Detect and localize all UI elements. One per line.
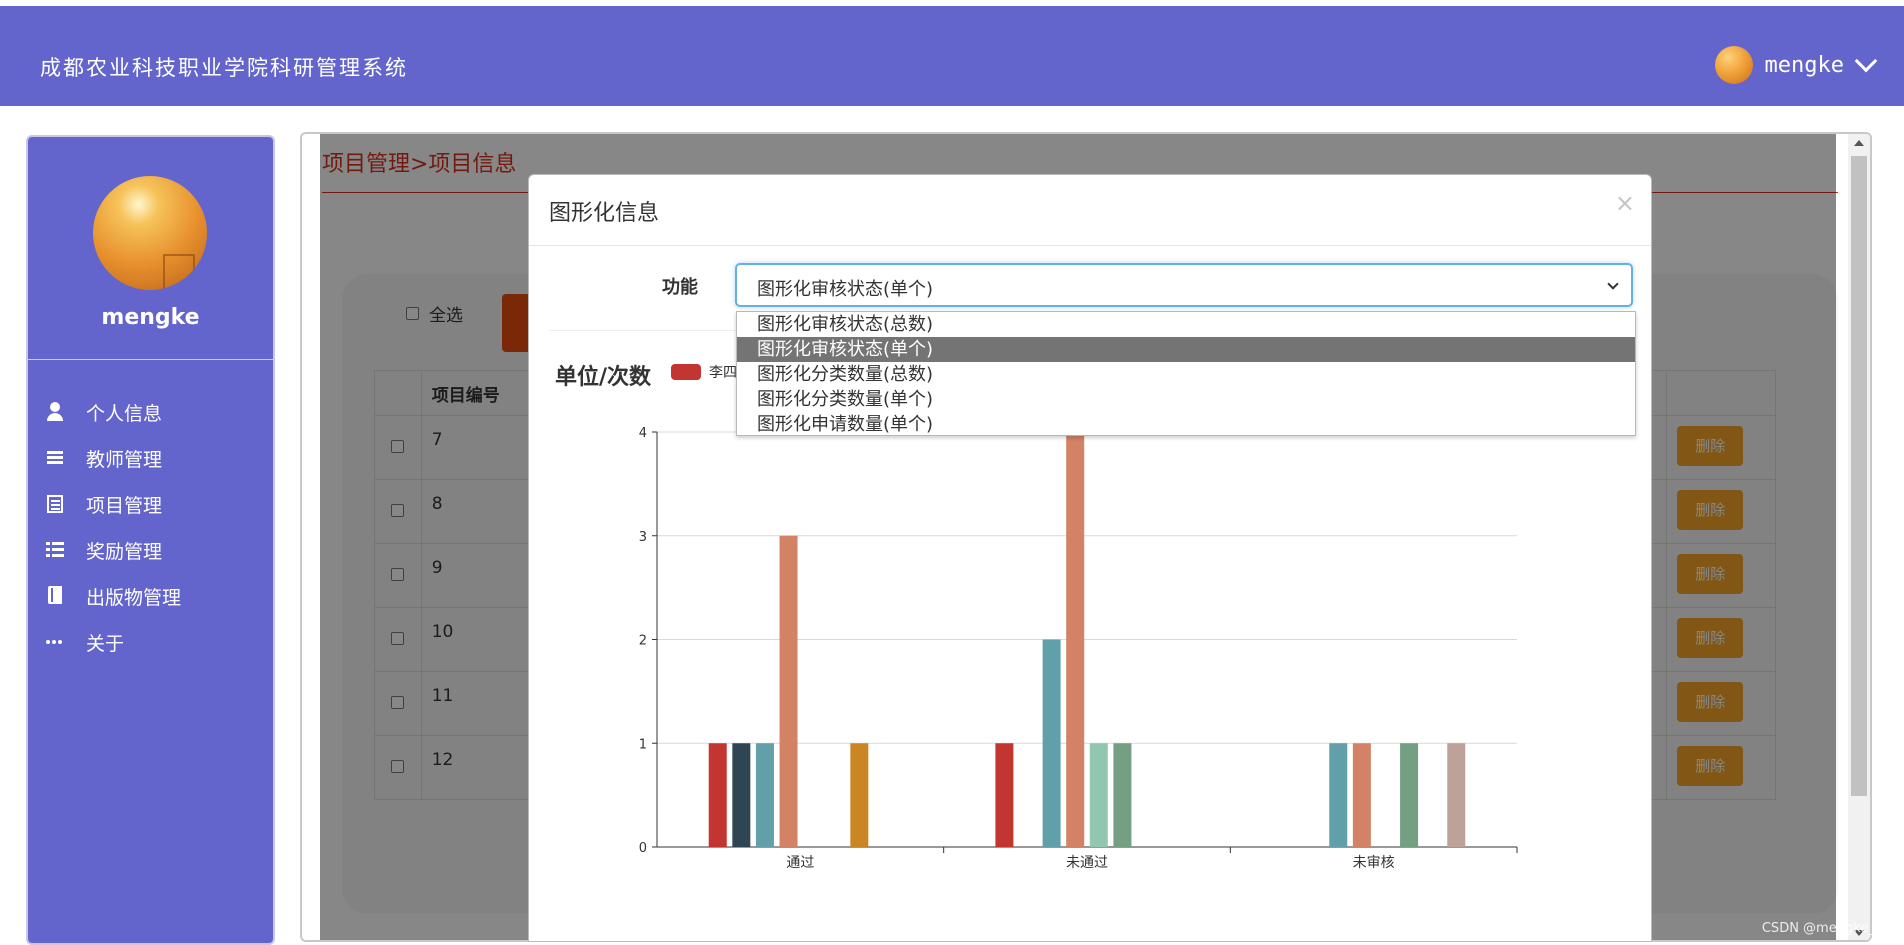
bar-chart: 0 1 2 3 4 通过 未通过 未审核	[529, 175, 1653, 895]
y-tick-label: 3	[639, 530, 647, 545]
sidebar-avatar	[93, 176, 207, 290]
vertical-scrollbar[interactable]	[1848, 134, 1870, 940]
sidebar: mengke 个人信息 教师管理 项目管理 奖励管理 出版物管理 关于	[26, 135, 275, 945]
dropdown-option-selected[interactable]: 图形化审核状态(单个)	[737, 337, 1635, 362]
bar	[709, 743, 727, 847]
sidebar-item-personal-info[interactable]: 个人信息	[44, 389, 181, 435]
book-icon	[44, 586, 66, 606]
user-avatar[interactable]	[1715, 46, 1753, 84]
sidebar-item-label: 出版物管理	[86, 583, 181, 610]
document-icon	[47, 495, 63, 513]
sidebar-nav: 个人信息 教师管理 项目管理 奖励管理 出版物管理 关于	[44, 389, 181, 665]
sidebar-item-label: 奖励管理	[86, 537, 162, 564]
bar	[1400, 743, 1418, 847]
chevron-down-icon[interactable]	[1855, 50, 1878, 73]
sidebar-item-about[interactable]: 关于	[44, 619, 181, 665]
watermark: CSDN @mengke_xk	[1762, 921, 1890, 936]
dropdown-option[interactable]: 图形化申请数量(单个)	[737, 412, 1635, 437]
chart-modal: 图形化信息 × 功能 图形化审核状态(单个) 单位/次数 李四 01234通过未…	[528, 174, 1652, 942]
user-menu[interactable]: mengke	[1715, 46, 1874, 84]
app-title: 成都农业科技职业学院科研管理系统	[40, 52, 408, 82]
sidebar-item-label: 关于	[86, 629, 124, 656]
y-tick-label: 1	[639, 737, 647, 752]
sidebar-item-publications[interactable]: 出版物管理	[44, 573, 181, 619]
sidebar-item-label: 个人信息	[86, 399, 162, 426]
list-icon	[44, 448, 66, 468]
sidebar-username: mengke	[28, 305, 273, 330]
bar	[850, 743, 868, 847]
sidebar-item-awards[interactable]: 奖励管理	[44, 527, 181, 573]
bar	[1353, 743, 1371, 847]
bar	[1113, 743, 1131, 847]
scroll-up-arrow-icon[interactable]	[1854, 140, 1864, 146]
sidebar-divider	[28, 359, 273, 360]
x-tick-label: 通过	[786, 855, 814, 871]
x-tick-label: 未审核	[1353, 855, 1395, 871]
th-list-icon	[44, 540, 66, 560]
sidebar-item-label: 教师管理	[86, 445, 162, 472]
bar	[756, 743, 774, 847]
scrollbar-thumb[interactable]	[1851, 156, 1867, 796]
y-tick-label: 4	[639, 426, 647, 441]
x-tick-label: 未通过	[1066, 855, 1108, 871]
header-username[interactable]: mengke	[1765, 53, 1844, 78]
bar	[1329, 743, 1347, 847]
bar	[1447, 743, 1465, 847]
top-header: 成都农业科技职业学院科研管理系统 mengke	[0, 6, 1904, 106]
sidebar-item-projects[interactable]: 项目管理	[44, 481, 181, 527]
dropdown-option[interactable]: 图形化审核状态(总数)	[737, 312, 1635, 337]
bar	[1066, 432, 1084, 847]
person-icon	[44, 402, 66, 422]
bar	[1090, 743, 1108, 847]
bar	[995, 743, 1013, 847]
bar	[1043, 640, 1061, 848]
y-tick-label: 0	[639, 841, 647, 856]
function-dropdown-list[interactable]: 图形化审核状态(总数) 图形化审核状态(单个) 图形化分类数量(总数) 图形化分…	[736, 311, 1636, 436]
y-tick-label: 2	[639, 634, 647, 649]
sidebar-item-teachers[interactable]: 教师管理	[44, 435, 181, 481]
dropdown-option[interactable]: 图形化分类数量(单个)	[737, 387, 1635, 412]
bar	[732, 743, 750, 847]
bar	[780, 536, 798, 847]
dots-icon	[44, 632, 66, 652]
sidebar-item-label: 项目管理	[86, 491, 162, 518]
dropdown-option[interactable]: 图形化分类数量(总数)	[737, 362, 1635, 387]
